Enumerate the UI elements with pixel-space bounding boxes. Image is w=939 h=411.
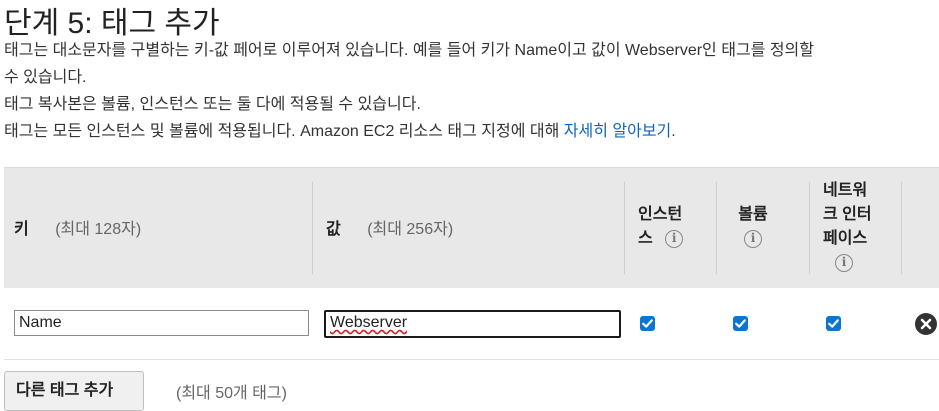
description-line-2: 수 있습니다. [4, 69, 87, 86]
value-header-hint: (최대 256자) [367, 221, 454, 238]
eni-header-line3: 페이스 [823, 230, 868, 247]
description-line-4-end: . [671, 123, 676, 140]
instances-header-line1: 인스턴 [638, 206, 683, 223]
value-column-header: 값 (최대 256자) [326, 215, 453, 239]
instances-checkbox[interactable] [640, 316, 655, 331]
description-line-3: 태그 복사본은 볼륨, 인스턴스 또는 둘 다에 적용될 수 있습니다. [4, 96, 421, 113]
instances-header-line2: 스 [638, 230, 653, 247]
learn-more-link[interactable]: 자세히 알아보기 [564, 123, 672, 140]
tag-key-input[interactable] [14, 310, 309, 336]
key-header-label: 키 [14, 221, 29, 238]
network-interfaces-checkbox[interactable] [826, 316, 841, 331]
column-divider [312, 182, 313, 274]
checkmark-icon [735, 319, 746, 328]
remove-tag-icon[interactable] [915, 313, 937, 335]
key-header-hint: (최대 128자) [55, 221, 142, 238]
description-line-1: 태그는 대소문자를 구별하는 키-값 페어로 이루어져 있습니다. 예를 들어 … [4, 42, 814, 59]
key-column-header: 키 (최대 128자) [14, 215, 141, 239]
column-divider [809, 182, 810, 274]
checkmark-icon [642, 319, 653, 328]
eni-header-line2: 크 인터 [823, 206, 872, 223]
instances-column-header: 인스턴 스 i [638, 203, 684, 251]
description-line-4: 태그는 모든 인스턴스 및 볼륨에 적용됩니다. Amazon EC2 리소스 … [4, 117, 676, 141]
column-divider [716, 182, 717, 274]
volumes-header-label: 볼륨 [738, 206, 768, 223]
eni-header-line1: 네트워 [823, 182, 868, 199]
volumes-column-header: 볼륨 i [731, 203, 775, 251]
tag-table-header: 키 (최대 128자) 값 (최대 256자) 인스턴 스 i 볼륨 i 네트워… [4, 167, 939, 288]
tag-limit-text: (최대 50개 태그) [176, 385, 287, 402]
tag-value-text: Webserver [330, 314, 408, 331]
checkmark-icon [828, 319, 839, 328]
column-divider [901, 182, 902, 274]
volumes-checkbox[interactable] [733, 316, 748, 331]
column-divider [624, 182, 625, 274]
network-interfaces-column-header: 네트워 크 인터 페이스 i [823, 179, 893, 275]
eni-info-icon[interactable]: i [835, 253, 853, 272]
add-another-tag-button[interactable]: 다른 태그 추가 [4, 371, 144, 411]
volumes-info-icon[interactable]: i [744, 229, 762, 248]
description-line-4-text: 태그는 모든 인스턴스 및 볼륨에 적용됩니다. Amazon EC2 리소스 … [4, 123, 564, 140]
row-divider [4, 359, 939, 360]
value-header-label: 값 [326, 221, 341, 238]
instances-info-icon[interactable]: i [665, 229, 684, 248]
tag-value-input[interactable]: Webserver [324, 310, 621, 338]
